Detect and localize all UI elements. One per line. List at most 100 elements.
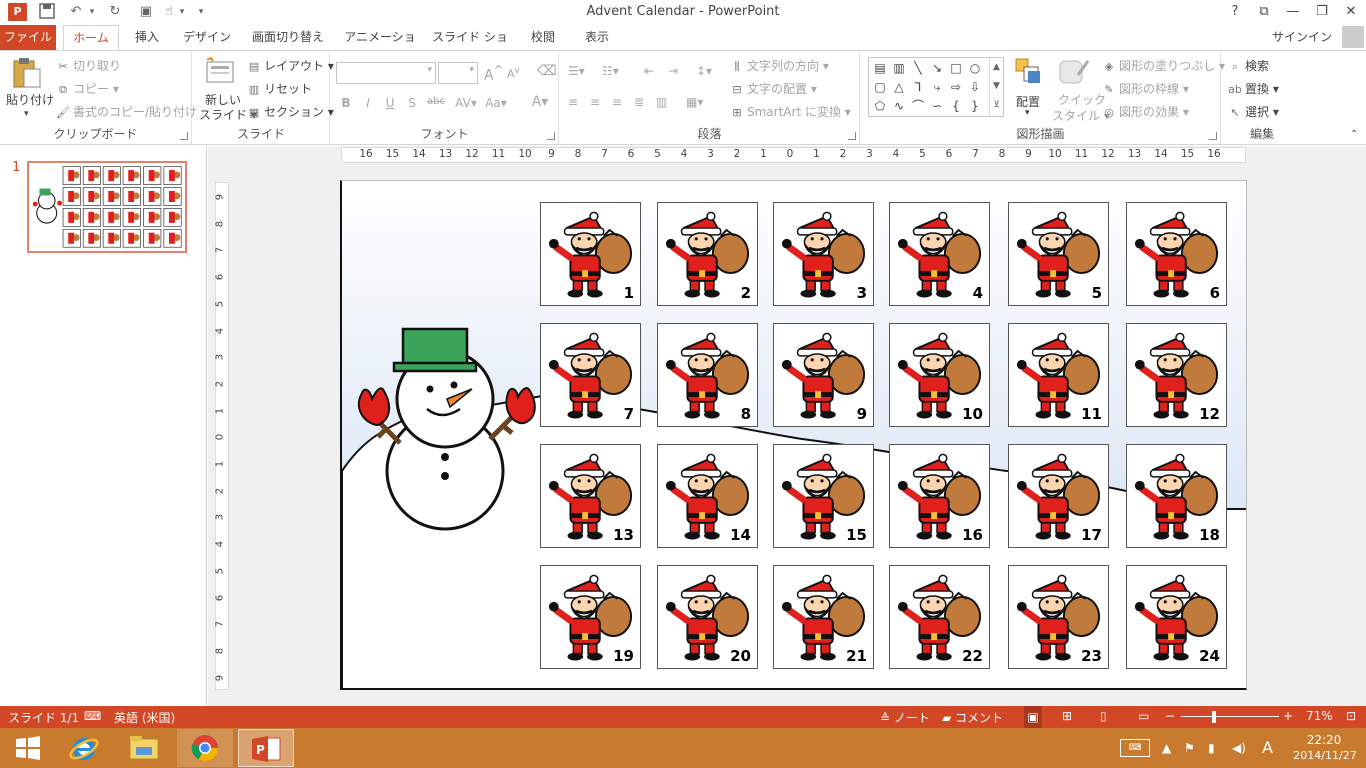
decrease-indent-icon[interactable]: ⇤	[644, 64, 654, 78]
tab-slideshow[interactable]: スライド ショー	[429, 25, 511, 69]
arrow-shape-icon[interactable]: ↘	[928, 59, 946, 77]
calendar-day-card[interactable]: 23	[1008, 565, 1109, 669]
calendar-day-card[interactable]: 11	[1008, 323, 1109, 427]
quick-styles-icon[interactable]	[1058, 57, 1090, 89]
calendar-day-card[interactable]: 18	[1126, 444, 1227, 548]
calendar-day-card[interactable]: 7	[540, 323, 641, 427]
shapes-scroll[interactable]: ▲ ▼ ⊻	[989, 58, 1003, 116]
tab-design[interactable]: デザイン	[179, 25, 235, 50]
internet-explorer-icon[interactable]	[56, 729, 112, 767]
calendar-day-card[interactable]: 15	[773, 444, 874, 548]
zoom-out-button[interactable]: −	[1165, 709, 1175, 723]
triangle-shape-icon[interactable]: △	[890, 78, 908, 96]
italic-button[interactable]: I	[359, 96, 377, 110]
minimize-button[interactable]: —	[1279, 2, 1307, 22]
left-brace-shape-icon[interactable]: {	[947, 97, 965, 115]
calendar-day-card[interactable]: 3	[773, 202, 874, 306]
grow-font-button[interactable]: A^	[484, 63, 503, 84]
clear-format-icon[interactable]: ⌫	[537, 63, 557, 79]
fit-slide-icon[interactable]: ⊡	[1346, 709, 1356, 723]
font-color-button[interactable]: A▾	[527, 94, 553, 110]
clipboard-launcher-icon[interactable]	[180, 132, 188, 140]
paste-dropdown-icon[interactable]: ▾	[24, 109, 29, 119]
change-case-button[interactable]: Aa▾	[481, 96, 511, 110]
font-name-combo[interactable]: ▾	[336, 62, 436, 84]
calendar-day-card[interactable]: 20	[657, 565, 758, 669]
bullets-icon[interactable]: ☰▾	[568, 64, 585, 78]
shape-effects-button[interactable]: ◎ 図形の効果 ▾	[1102, 103, 1189, 120]
shrink-font-button[interactable]: Av	[507, 65, 520, 81]
quick-styles-label-1[interactable]: クイック	[1058, 91, 1106, 108]
replace-button[interactable]: ab 置換 ▾	[1228, 80, 1279, 97]
clock-date[interactable]: 2014/11/27	[1290, 749, 1360, 765]
calendar-day-card[interactable]: 2	[657, 202, 758, 306]
language-status[interactable]: 英語 (米国)	[114, 709, 175, 726]
calendar-day-card[interactable]: 21	[773, 565, 874, 669]
strikethrough-button[interactable]: abc	[425, 96, 447, 107]
format-painter-button[interactable]: 🖌 書式のコピー/貼り付け	[56, 103, 197, 120]
tab-review[interactable]: 校閲	[521, 25, 565, 50]
normal-view-icon[interactable]: ▣	[1024, 706, 1042, 728]
drawing-launcher-icon[interactable]	[1209, 132, 1217, 140]
textbox-shape-icon[interactable]: ▤	[871, 59, 889, 77]
right-brace-shape-icon[interactable]: }	[966, 97, 984, 115]
select-button[interactable]: ↖ 選択 ▾	[1228, 103, 1278, 120]
flag-icon[interactable]: ⚑	[1184, 728, 1195, 768]
power-icon[interactable]: ▮	[1208, 728, 1215, 768]
copy-button[interactable]: ⧉ コピー ▾	[56, 80, 119, 97]
cut-button[interactable]: ✂ 切り取り	[56, 57, 121, 74]
oval-shape-icon[interactable]: ○	[966, 59, 984, 77]
powerpoint-taskbar-icon[interactable]: P	[238, 729, 294, 767]
increase-indent-icon[interactable]: ⇥	[668, 64, 678, 78]
wave-shape-icon[interactable]: ∽	[928, 97, 946, 115]
calendar-day-card[interactable]: 8	[657, 323, 758, 427]
font-size-combo[interactable]: ▾	[438, 62, 478, 84]
calendar-day-card[interactable]: 17	[1008, 444, 1109, 548]
slide-sorter-icon[interactable]: ⊞	[1062, 709, 1072, 723]
justify-icon[interactable]: ≣	[634, 95, 644, 109]
reset-button[interactable]: ▥ リセット	[247, 80, 312, 97]
underline-button[interactable]: U	[381, 96, 399, 110]
close-button[interactable]: ✕	[1337, 2, 1365, 22]
align-text-button[interactable]: ⊟ 文字の配置 ▾	[730, 80, 816, 97]
spellcheck-icon[interactable]: ⌨	[84, 709, 101, 723]
ribbon-display-button[interactable]: ⧉	[1250, 2, 1278, 22]
font-launcher-icon[interactable]	[547, 132, 555, 140]
shape-fill-button[interactable]: ◈ 図形の塗りつぶし ▾	[1102, 57, 1225, 74]
section-button[interactable]: ▦ セクション ▾	[247, 103, 334, 120]
paste-button[interactable]: 貼り付け	[6, 91, 54, 108]
tab-insert[interactable]: 挿入	[125, 25, 169, 50]
keyboard-icon[interactable]: ⌨	[1120, 739, 1150, 757]
rounded-rect-shape-icon[interactable]: ▢	[871, 78, 889, 96]
calendar-day-card[interactable]: 19	[540, 565, 641, 669]
notes-button[interactable]: ≙ ノート	[880, 709, 930, 726]
slideshow-view-icon[interactable]: ▭	[1138, 709, 1149, 723]
down-arrow-shape-icon[interactable]: ⇩	[966, 78, 984, 96]
calendar-day-card[interactable]: 14	[657, 444, 758, 548]
elbow-arrow-shape-icon[interactable]: ⤷	[928, 78, 946, 96]
rect-shape-icon[interactable]: □	[947, 59, 965, 77]
chrome-icon[interactable]	[177, 729, 233, 767]
align-left-icon[interactable]: ≡	[568, 95, 578, 109]
calendar-day-card[interactable]: 24	[1126, 565, 1227, 669]
shadow-button[interactable]: S	[403, 96, 421, 110]
align-right-icon[interactable]: ≡	[612, 95, 622, 109]
reading-view-icon[interactable]: ▯	[1100, 709, 1107, 723]
line-spacing-icon[interactable]: ↕▾	[696, 64, 712, 78]
help-button[interactable]: ?	[1221, 2, 1249, 22]
file-explorer-icon[interactable]	[116, 729, 172, 767]
paste-icon[interactable]	[12, 57, 41, 89]
right-arrow-shape-icon[interactable]: ⇨	[947, 78, 965, 96]
shapes-gallery[interactable]: ▤ ▥ ╲ ↘ □ ○ ▢ △ ⅂ ⤷ ⇨ ⇩ ⬠ ∿ ⌒ ∽ { } ▲ ▼ ⊻	[868, 57, 1004, 117]
paragraph-launcher-icon[interactable]	[848, 132, 856, 140]
line-shape-icon[interactable]: ╲	[909, 59, 927, 77]
ime-indicator[interactable]: A	[1262, 728, 1273, 768]
collapse-ribbon-icon[interactable]: ⌃	[1350, 129, 1358, 140]
tab-view[interactable]: 表示	[575, 25, 619, 50]
calendar-day-card[interactable]: 10	[889, 323, 990, 427]
volume-icon[interactable]: ◀)	[1232, 728, 1246, 768]
align-center-icon[interactable]: ≡	[590, 95, 600, 109]
arrange-dropdown-icon[interactable]: ▾	[1025, 108, 1030, 118]
tab-file[interactable]: ファイル	[0, 25, 56, 50]
start-button[interactable]	[0, 729, 56, 767]
